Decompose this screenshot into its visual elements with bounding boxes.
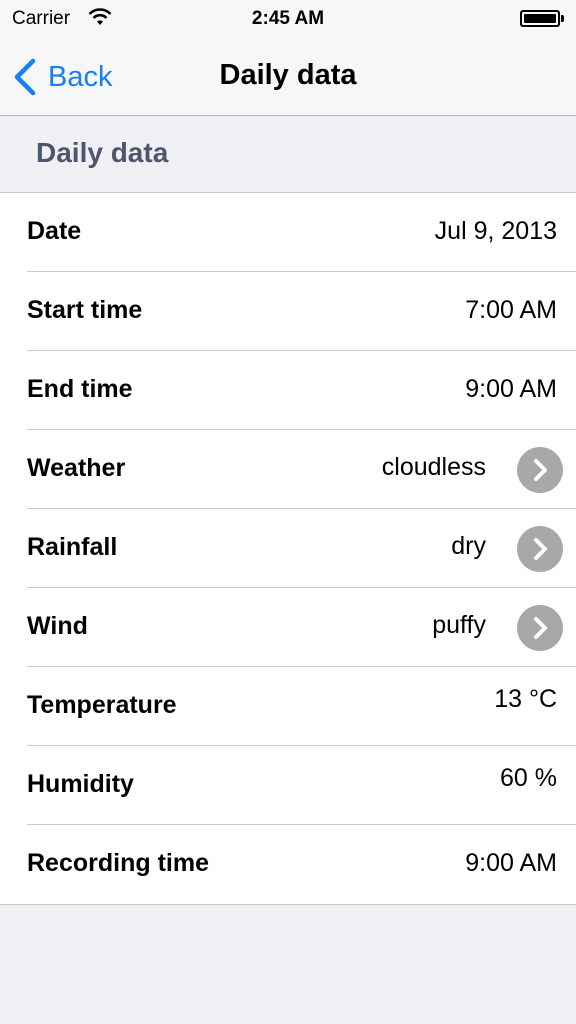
status-time: 2:45 AM: [251, 8, 325, 29]
row-value: 9:00 AM: [465, 375, 557, 403]
row-end-time: End time 9:00 AM: [0, 351, 576, 430]
chevron-right-icon: [534, 617, 547, 639]
row-label: Temperature: [27, 691, 177, 719]
row-temperature: Temperature 13 °C: [0, 667, 576, 746]
disclosure-button[interactable]: [517, 526, 563, 572]
row-wind[interactable]: Wind puffy: [0, 588, 576, 667]
section-header-label: Daily data: [36, 137, 169, 168]
row-label: Humidity: [27, 770, 134, 798]
row-humidity: Humidity 60 %: [0, 746, 576, 825]
row-label: Weather: [27, 454, 126, 482]
row-weather[interactable]: Weather cloudless: [0, 430, 576, 509]
row-value: puffy: [432, 611, 486, 639]
row-value: cloudless: [381, 453, 486, 481]
row-value: 7:00 AM: [465, 296, 557, 324]
row-label: Start time: [27, 296, 143, 324]
row-value: Jul 9, 2013: [434, 217, 557, 245]
row-label: Date: [27, 217, 82, 245]
row-value: dry: [451, 532, 486, 560]
chevron-right-icon: [534, 538, 547, 560]
row-value: 13 °C: [494, 685, 557, 713]
row-recording-time: Recording time 9:00 AM: [0, 825, 576, 904]
battery-icon: [520, 10, 564, 27]
section-header: Daily data: [0, 117, 576, 193]
status-bar: Carrier 2:45 AM: [0, 0, 576, 38]
row-date: Date Jul 9, 2013: [0, 193, 576, 272]
row-label: Wind: [27, 612, 88, 640]
row-label: Recording time: [27, 849, 209, 877]
disclosure-button[interactable]: [517, 447, 563, 493]
navigation-bar: Back Daily data: [0, 38, 576, 116]
page-title: Daily data: [219, 59, 357, 91]
row-label: End time: [27, 375, 133, 403]
row-rainfall[interactable]: Rainfall dry: [0, 509, 576, 588]
row-label: Rainfall: [27, 533, 118, 561]
disclosure-button[interactable]: [517, 605, 563, 651]
row-start-time: Start time 7:00 AM: [0, 272, 576, 351]
row-value: 60 %: [500, 764, 557, 792]
chevron-right-icon: [534, 459, 547, 481]
data-table: Date Jul 9, 2013 Start time 7:00 AM End …: [0, 193, 576, 905]
row-value: 9:00 AM: [465, 849, 557, 877]
